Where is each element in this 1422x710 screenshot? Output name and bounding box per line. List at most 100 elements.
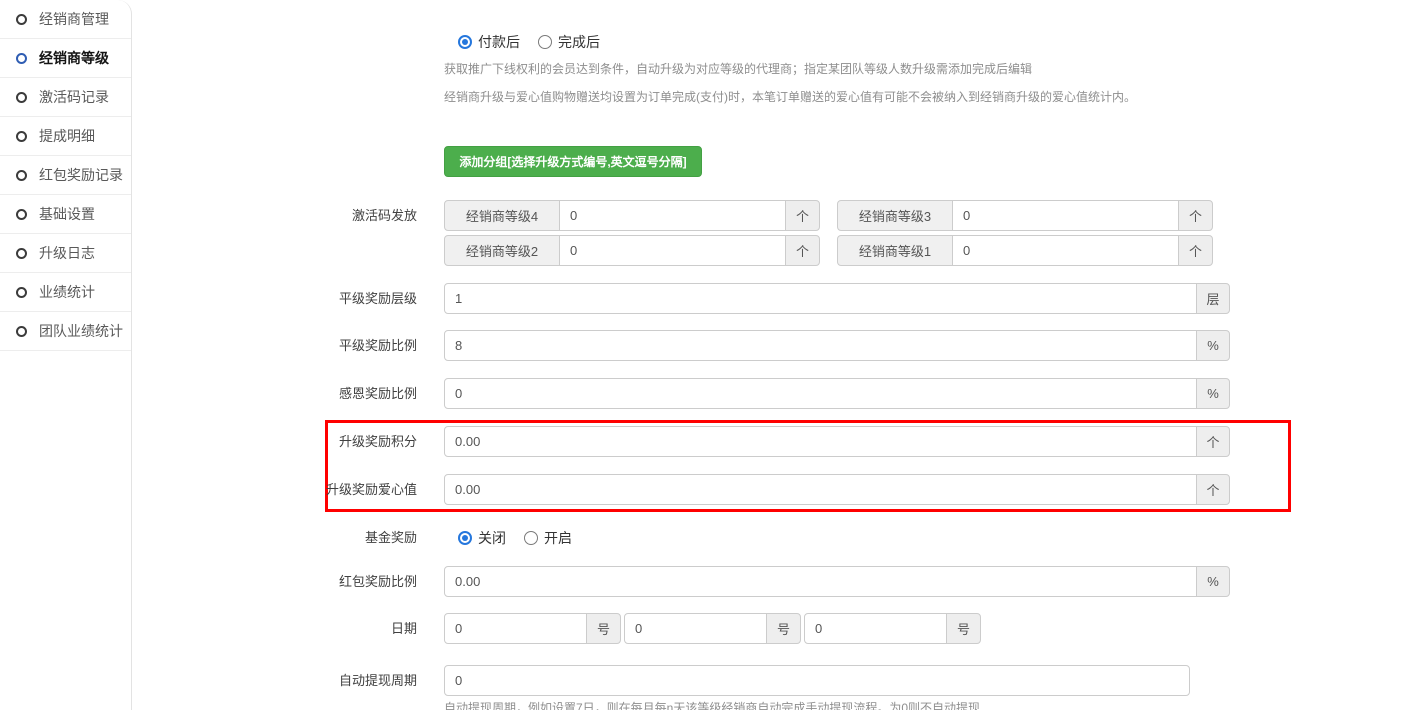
sidebar-item-label: 团队业绩统计 xyxy=(39,321,123,341)
unit-addon: 个 xyxy=(1196,474,1230,505)
sidebar-item-redpacket-reward-records[interactable]: 红包奖励记录 xyxy=(0,156,131,195)
sidebar-item-label: 经销商等级 xyxy=(39,48,109,68)
peer-ratio-input[interactable] xyxy=(444,330,1197,361)
sidebar-item-team-performance-stats[interactable]: 团队业绩统计 xyxy=(0,312,131,351)
sidebar-item-activation-code-records[interactable]: 激活码记录 xyxy=(0,78,131,117)
radio-checked-icon[interactable] xyxy=(458,35,472,49)
percent-addon: % xyxy=(1196,330,1230,361)
radio-unchecked-icon[interactable] xyxy=(538,35,552,49)
sidebar-item-dealer-level[interactable]: 经销商等级 xyxy=(0,39,131,78)
hint-love-value-note: 经销商升级与爱心值购物赠送均设置为订单完成(支付)时，本笔订单赠送的爱心值有可能… xyxy=(444,88,1136,105)
field-label-fund-reward: 基金奖励 xyxy=(282,522,417,553)
radio-option-paid-after[interactable]: 付款后 xyxy=(458,32,520,52)
field-label-gratitude-ratio: 感恩奖励比例 xyxy=(282,378,417,409)
sidebar-item-commission-details[interactable]: 提成明细 xyxy=(0,117,131,156)
field-label-activation-codes: 激活码发放 xyxy=(282,200,417,231)
sidebar-item-dealer-management[interactable]: 经销商管理 xyxy=(0,0,131,39)
field-label-peer-level: 平级奖励层级 xyxy=(282,283,417,314)
gratitude-ratio-group: % xyxy=(444,378,1230,409)
circle-icon xyxy=(16,170,27,181)
gratitude-ratio-input[interactable] xyxy=(444,378,1197,409)
percent-addon: % xyxy=(1196,566,1230,597)
activation-level3-input[interactable] xyxy=(952,200,1179,231)
unit-addon: 个 xyxy=(1178,200,1213,231)
radio-label: 关闭 xyxy=(478,528,506,548)
sidebar-item-label: 业绩统计 xyxy=(39,282,95,302)
fund-reward-radio-group: 关闭 开启 xyxy=(458,522,572,553)
redpacket-ratio-group: % xyxy=(444,566,1230,597)
percent-addon: % xyxy=(1196,378,1230,409)
circle-icon xyxy=(16,209,27,220)
date-group-1: 号 xyxy=(444,613,621,644)
activation-group-level4: 经销商等级4 个 xyxy=(444,200,820,231)
date-input-1[interactable] xyxy=(444,613,587,644)
activation-level1-input[interactable] xyxy=(952,235,1179,266)
field-label-redpacket-ratio: 红包奖励比例 xyxy=(282,566,417,597)
day-addon: 号 xyxy=(586,613,621,644)
date-input-2[interactable] xyxy=(624,613,767,644)
sidebar-item-label: 经销商管理 xyxy=(39,9,109,29)
redpacket-ratio-input[interactable] xyxy=(444,566,1197,597)
upgrade-timing-radio-group: 付款后 完成后 xyxy=(458,26,600,57)
upgrade-love-group: 个 xyxy=(444,474,1230,505)
unit-addon: 个 xyxy=(1196,426,1230,457)
radio-option-open[interactable]: 开启 xyxy=(524,528,572,548)
app-window: 经销商管理 经销商等级 激活码记录 提成明细 红包奖励记录 基础设置 升级日志 xyxy=(0,0,1422,710)
sidebar-item-label: 提成明细 xyxy=(39,126,95,146)
field-label-peer-ratio: 平级奖励比例 xyxy=(282,330,417,361)
date-input-3[interactable] xyxy=(804,613,947,644)
field-label-date: 日期 xyxy=(282,613,417,644)
hint-auto-withdraw: 自动提现周期，例如设置7日，则在每月每n天该等级经销商自动完成手动提现流程。为0… xyxy=(444,699,980,710)
circle-icon xyxy=(16,131,27,142)
radio-checked-icon[interactable] xyxy=(458,531,472,545)
unit-addon: 个 xyxy=(785,235,820,266)
add-group-button[interactable]: 添加分组[选择升级方式编号,英文逗号分隔] xyxy=(444,146,702,177)
peer-ratio-group: % xyxy=(444,330,1230,361)
radio-option-closed[interactable]: 关闭 xyxy=(458,528,506,548)
activation-group-level3: 经销商等级3 个 xyxy=(837,200,1213,231)
sidebar-item-performance-stats[interactable]: 业绩统计 xyxy=(0,273,131,312)
field-label-upgrade-points: 升级奖励积分 xyxy=(282,426,417,457)
sidebar-item-label: 激活码记录 xyxy=(39,87,109,107)
unit-addon: 层 xyxy=(1196,283,1230,314)
upgrade-points-group: 个 xyxy=(444,426,1230,457)
addon-level1-label: 经销商等级1 xyxy=(837,235,953,266)
activation-group-level1: 经销商等级1 个 xyxy=(837,235,1213,266)
day-addon: 号 xyxy=(946,613,981,644)
upgrade-love-input[interactable] xyxy=(444,474,1197,505)
sidebar-item-upgrade-log[interactable]: 升级日志 xyxy=(0,234,131,273)
auto-withdraw-input[interactable] xyxy=(444,665,1190,696)
field-label-upgrade-love: 升级奖励爱心值 xyxy=(282,474,417,505)
radio-label: 完成后 xyxy=(558,32,600,52)
sidebar-item-label: 升级日志 xyxy=(39,243,95,263)
unit-addon: 个 xyxy=(1178,235,1213,266)
addon-level2-label: 经销商等级2 xyxy=(444,235,560,266)
field-label-auto-withdraw: 自动提现周期 xyxy=(282,665,417,696)
sidebar-item-label: 基础设置 xyxy=(39,204,95,224)
peer-level-group: 层 xyxy=(444,283,1230,314)
circle-icon xyxy=(16,326,27,337)
circle-icon xyxy=(16,53,27,64)
radio-label: 付款后 xyxy=(478,32,520,52)
activation-group-level2: 经销商等级2 个 xyxy=(444,235,820,266)
sidebar: 经销商管理 经销商等级 激活码记录 提成明细 红包奖励记录 基础设置 升级日志 xyxy=(0,0,132,710)
sidebar-item-basic-settings[interactable]: 基础设置 xyxy=(0,195,131,234)
unit-addon: 个 xyxy=(785,200,820,231)
addon-level4-label: 经销商等级4 xyxy=(444,200,560,231)
peer-level-input[interactable] xyxy=(444,283,1197,314)
circle-icon xyxy=(16,248,27,259)
day-addon: 号 xyxy=(766,613,801,644)
activation-level2-input[interactable] xyxy=(559,235,786,266)
circle-icon xyxy=(16,92,27,103)
main-content: 付款后 完成后 获取推广下线权利的会员达到条件，自动升级为对应等级的代理商；指定… xyxy=(132,0,1422,710)
upgrade-points-input[interactable] xyxy=(444,426,1197,457)
circle-icon xyxy=(16,14,27,25)
radio-label: 开启 xyxy=(544,528,572,548)
circle-icon xyxy=(16,287,27,298)
addon-level3-label: 经销商等级3 xyxy=(837,200,953,231)
auto-withdraw-group xyxy=(444,665,1190,696)
radio-option-completed-after[interactable]: 完成后 xyxy=(538,32,600,52)
date-group-3: 号 xyxy=(804,613,981,644)
activation-level4-input[interactable] xyxy=(559,200,786,231)
radio-unchecked-icon[interactable] xyxy=(524,531,538,545)
